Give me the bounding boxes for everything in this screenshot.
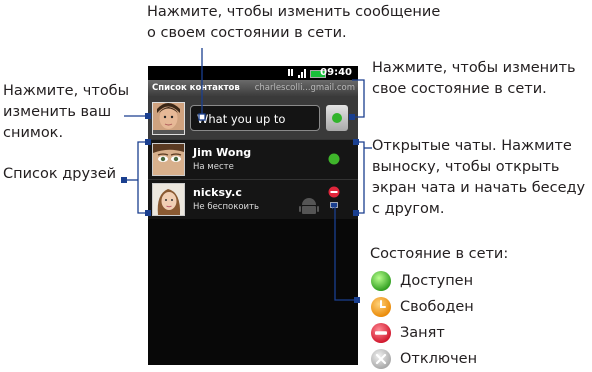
status-bar: 09:40 [148, 66, 358, 80]
legend-item-available: Доступен [370, 268, 508, 294]
callout-change-status: Нажмите, чтобы изменить свое состояние в… [372, 58, 576, 100]
phone-screen: 09:40 Список контактов charlescolli...gm… [148, 66, 358, 365]
contact-photo-icon [153, 144, 184, 175]
busy-icon [328, 186, 340, 198]
account-label: charlescolli...gmail.com [254, 83, 355, 93]
legend-item-busy: Занят [370, 320, 508, 346]
screen-title: Список контактов [152, 83, 240, 93]
legend-item-offline: Отключен [370, 346, 508, 372]
callout-line: Открытые чаты. Нажмите [372, 138, 572, 154]
clock: 09:40 [320, 67, 352, 78]
callout-line: Нажмите, чтобы [3, 83, 130, 99]
available-icon [328, 153, 340, 165]
legend-label: Доступен [400, 272, 474, 289]
offline-icon [371, 349, 391, 369]
callout-line: изменить ваш [3, 104, 112, 120]
avatar-photo-icon [153, 103, 184, 134]
status-message-input[interactable]: What you up to [190, 105, 320, 131]
contact-name: Jim Wong [193, 146, 252, 159]
callout-line: Нажмите, чтобы изменить сообщение [147, 4, 441, 20]
contact-avatar [152, 183, 185, 216]
contact-list-empty-area [148, 219, 358, 365]
contact-avatar [152, 143, 185, 176]
callout-line: с другом. [372, 201, 445, 217]
my-avatar[interactable] [152, 102, 185, 135]
signal-icon [288, 69, 306, 78]
legend-item-idle: Свободен [370, 294, 508, 320]
legend-label: Отключен [400, 350, 478, 367]
presence-legend: Состояние в сети: Доступен Свободен Заня… [370, 244, 508, 372]
callout-line: свое состояние в сети. [372, 81, 547, 97]
status-button[interactable] [326, 105, 348, 131]
my-status-bar: What you up to [148, 96, 358, 139]
title-bar: Список контактов charlescolli...gmail.co… [148, 80, 358, 96]
callout-status-message: Нажмите, чтобы изменить сообщение о свое… [147, 2, 440, 44]
available-dot-icon [332, 113, 342, 123]
contact-photo-icon [153, 184, 184, 215]
callout-line: выноску, чтобы открыть [372, 159, 560, 175]
legend-label: Свободен [400, 298, 474, 315]
contact-row[interactable]: Jim Wong На месте [148, 139, 358, 179]
contact-status: На месте [193, 162, 234, 172]
callout-line: снимок. [3, 125, 64, 141]
callout-line: экран чата и начать беседу [372, 180, 586, 196]
idle-icon [371, 297, 391, 317]
contact-name: nicksy.c [193, 186, 242, 199]
available-icon [371, 271, 391, 291]
callout-line: Нажмите, чтобы изменить [372, 60, 576, 76]
callout-line: Список друзей [3, 166, 117, 182]
legend-label: Занят [400, 324, 445, 341]
callout-friends-list: Список друзей [3, 164, 116, 185]
callout-line: о своем состоянии в сети. [147, 25, 347, 41]
chat-bubble-icon[interactable] [330, 202, 338, 210]
contact-status: Не беспокоить [193, 202, 260, 212]
callout-change-photo: Нажмите, чтобы изменить ваш снимок. [3, 81, 129, 144]
contact-row[interactable]: nicksy.c Не беспокоить [148, 179, 358, 219]
legend-title: Состояние в сети: [370, 246, 509, 262]
android-icon [299, 198, 319, 214]
busy-icon [371, 323, 391, 343]
callout-open-chats: Открытые чаты. Нажмите выноску, чтобы от… [372, 136, 585, 220]
